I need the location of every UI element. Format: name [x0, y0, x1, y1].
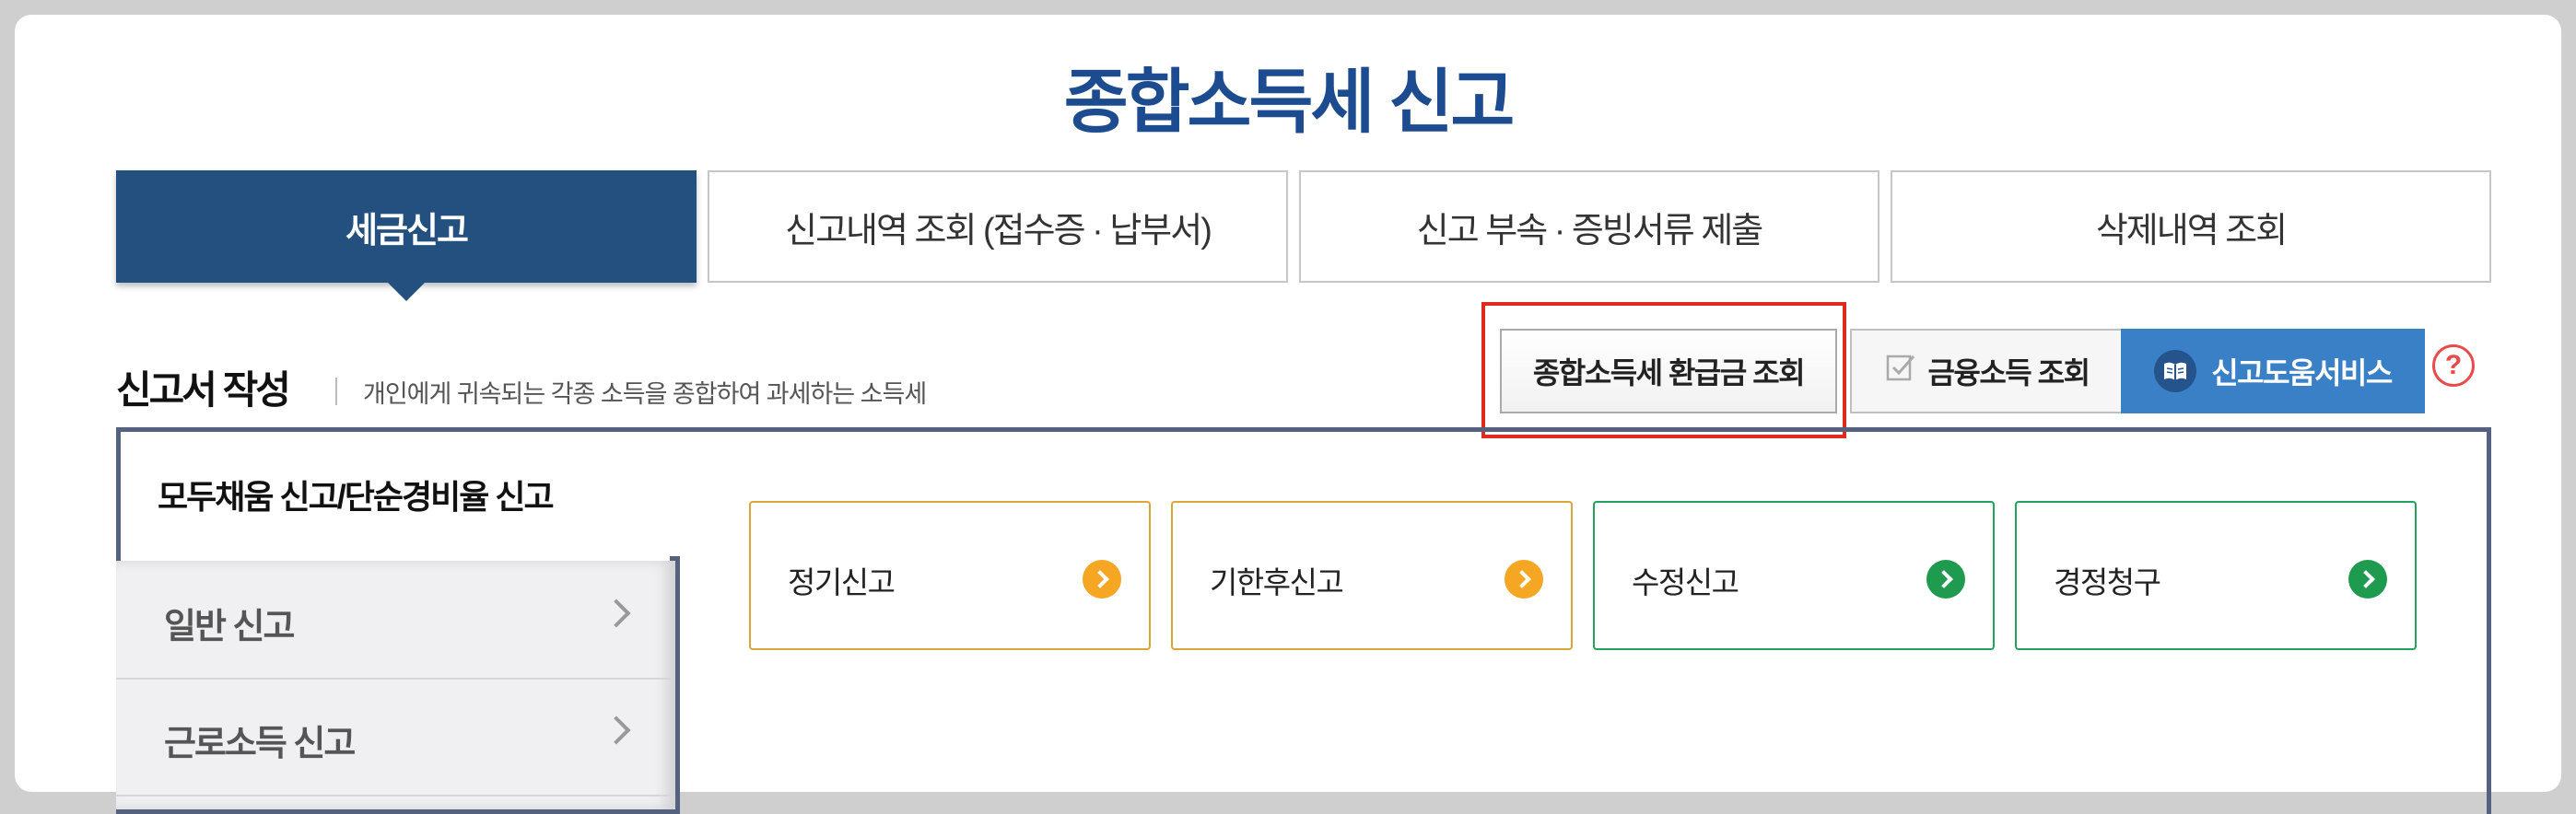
- arrow-right-icon: [2348, 560, 2387, 599]
- sidebar-header-label: 모두채움 신고/단순경비율 신고: [158, 478, 555, 516]
- arrow-right-icon: [1926, 560, 1965, 599]
- main-tabs: 세금신고 신고내역 조회 (접수증 · 납부서) 신고 부속 · 증빙서류 제출…: [116, 170, 2491, 301]
- filing-help-service-label: 신고도움서비스: [2211, 356, 2393, 390]
- chevron-right-icon: [602, 715, 631, 745]
- highlight-box: [1481, 302, 1846, 438]
- sidebar-item-earned-income-filing[interactable]: 근로소득 신고: [116, 678, 671, 797]
- tab-tax-filing[interactable]: 세금신고: [116, 170, 697, 301]
- filing-card-late[interactable]: 기한후신고: [1171, 501, 1573, 650]
- tab-deleted-history[interactable]: 삭제내역 조회: [1891, 170, 2491, 283]
- filing-help-service-button[interactable]: 신고도움서비스: [2121, 329, 2425, 413]
- book-icon: [2154, 350, 2197, 392]
- filing-card-correction-claim[interactable]: 경정청구: [2015, 501, 2417, 650]
- arrow-right-icon: [1083, 560, 1121, 599]
- sidebar-header[interactable]: 모두채움 신고/단순경비율 신고: [121, 432, 670, 561]
- sidebar-item-general-filing[interactable]: 일반 신고: [116, 561, 671, 680]
- section-title: 신고서 작성: [116, 368, 291, 412]
- tab-supporting-documents[interactable]: 신고 부속 · 증빙서류 제출: [1299, 170, 1879, 283]
- filing-card-label: 정기신고: [788, 565, 896, 599]
- filing-card-regular[interactable]: 정기신고: [749, 501, 1151, 650]
- filing-card-label: 기한후신고: [1210, 565, 1344, 599]
- arrow-right-icon: [1505, 560, 1543, 599]
- tab-filing-history[interactable]: 신고내역 조회 (접수증 · 납부서): [708, 170, 1288, 283]
- section-description: 개인에게 귀속되는 각종 소득을 종합하여 과세하는 소득세: [363, 380, 927, 408]
- page-title: 종합소득세 신고: [1063, 64, 1516, 142]
- filing-card-amended[interactable]: 수정신고: [1593, 501, 1995, 650]
- sidebar-menu: 일반 신고 근로소득 신고: [116, 556, 680, 814]
- filing-card-label: 수정신고: [1632, 565, 1739, 599]
- sidebar-item-label: 근로소득 신고: [164, 725, 356, 763]
- check-icon: [1885, 352, 1916, 390]
- filing-card-label: 경정청구: [2054, 565, 2161, 599]
- help-question-icon[interactable]: ?: [2432, 344, 2475, 387]
- chevron-right-icon: [602, 599, 631, 628]
- finance-income-lookup-button[interactable]: 금융소득 조회: [1850, 329, 2125, 413]
- section-divider: [335, 378, 337, 405]
- finance-income-lookup-label: 금융소득 조회: [1927, 356, 2090, 390]
- sidebar-item-label: 일반 신고: [164, 608, 295, 646]
